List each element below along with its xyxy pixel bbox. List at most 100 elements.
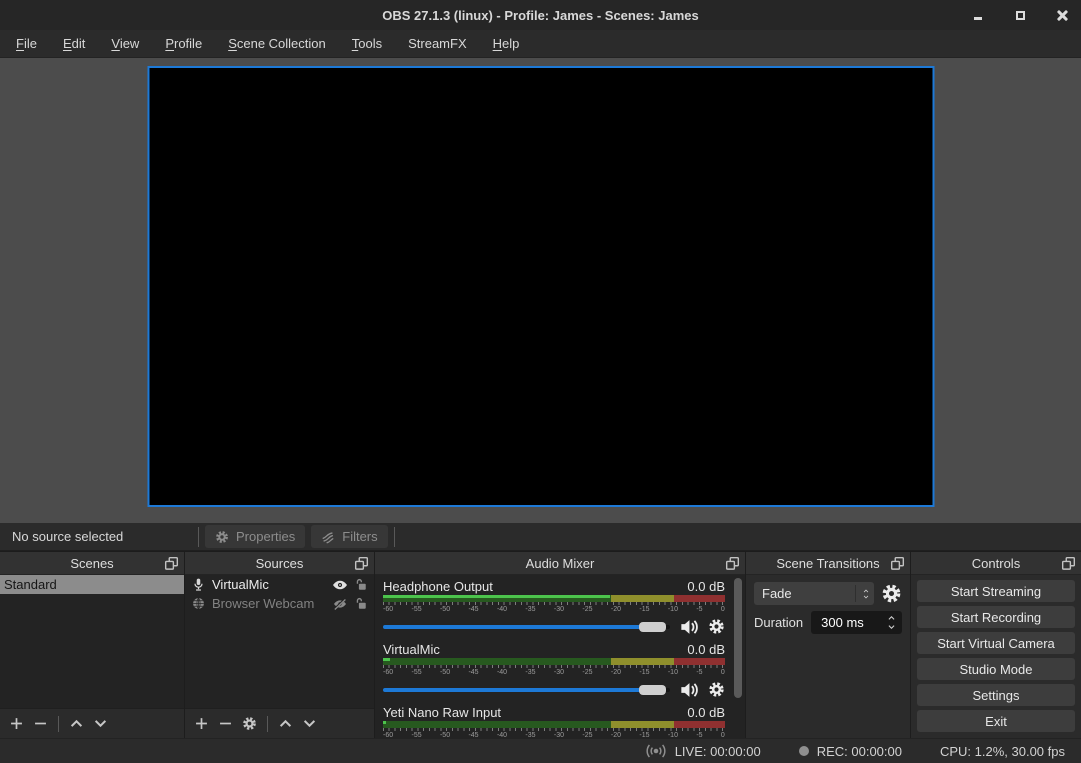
scene-transitions-body: Fade Duration 300 ms: [746, 575, 910, 738]
chevron-down-icon: [93, 716, 108, 731]
mixer-scrollbar[interactable]: [734, 578, 742, 698]
meter-tick-label: -40: [497, 605, 507, 614]
scene-chevron-down-button[interactable]: [93, 716, 108, 731]
meter-tick-label: -15: [639, 605, 649, 614]
popout-icon[interactable]: [890, 556, 905, 571]
settings-button[interactable]: Settings: [917, 684, 1075, 706]
no-source-selected-label: No source selected: [0, 529, 195, 544]
audio-mixer-panel-title: Audio Mixer: [526, 556, 595, 571]
meter-peak: [383, 658, 390, 661]
menu-view[interactable]: View: [98, 31, 152, 56]
volume-slider[interactable]: [383, 625, 670, 629]
minimize-button[interactable]: [971, 8, 985, 22]
volume-slider-handle[interactable]: [639, 622, 666, 632]
close-icon: [1057, 10, 1068, 21]
scene-list-item[interactable]: Standard: [0, 575, 184, 594]
minus-icon: [33, 716, 48, 731]
menu-file[interactable]: File: [3, 31, 50, 56]
meter-tick-label: 0: [721, 731, 725, 738]
menu-help[interactable]: Help: [480, 31, 533, 56]
source-chevron-down-button[interactable]: [302, 716, 317, 731]
meter-tick-label: -50: [440, 668, 450, 677]
scene-chevron-up-button[interactable]: [69, 716, 84, 731]
meter-tick-label: -20: [611, 605, 621, 614]
eye-icon[interactable]: [332, 577, 348, 593]
source-gear-button[interactable]: [242, 716, 257, 731]
toolbar-divider: [198, 527, 199, 547]
mixer-channel-name: Headphone Output: [383, 579, 493, 594]
source-chevron-up-button[interactable]: [278, 716, 293, 731]
mixer-channel-level: 0.0 dB: [687, 642, 725, 657]
sources-panel-header: Sources: [185, 552, 374, 575]
meter-tick-label: -55: [411, 605, 421, 614]
studio-mode-button[interactable]: Studio Mode: [917, 658, 1075, 680]
meter-scale: -60-55-50-45-40-35-30-25-20-15-10-50: [383, 668, 725, 677]
meter-tick-label: -10: [668, 731, 678, 738]
sources-panel-title: Sources: [256, 556, 304, 571]
chevron-down-icon[interactable]: [886, 623, 897, 631]
volume-slider[interactable]: [383, 688, 670, 692]
scene-transitions-panel-title: Scene Transitions: [776, 556, 879, 571]
close-button[interactable]: [1055, 8, 1069, 22]
menu-streamfx[interactable]: StreamFX: [395, 31, 480, 56]
scene-plus-button[interactable]: [9, 716, 24, 731]
mixer-channel: Headphone Output0.0 dB-60-55-50-45-40-35…: [383, 578, 725, 636]
menu-tools[interactable]: Tools: [339, 31, 395, 56]
menu-scene-collection[interactable]: Scene Collection: [215, 31, 339, 56]
gear-icon[interactable]: [881, 583, 902, 604]
mixer-channel-name: Yeti Nano Raw Input: [383, 705, 501, 720]
source-list-item[interactable]: Browser Webcam: [185, 594, 374, 613]
scenes-panel-header: Scenes: [0, 552, 184, 575]
preview-canvas[interactable]: [147, 66, 934, 507]
source-toolbar: No source selected Properties Filters: [0, 523, 1081, 551]
properties-button[interactable]: Properties: [205, 525, 305, 548]
meter-tick-label: 0: [721, 668, 725, 677]
mute-button[interactable]: [680, 618, 698, 636]
start-streaming-button[interactable]: Start Streaming: [917, 580, 1075, 602]
mixer-channel-level: 0.0 dB: [687, 705, 725, 720]
minimize-icon: [974, 17, 982, 20]
volume-slider-handle[interactable]: [639, 685, 666, 695]
scene-transitions-panel: Scene Transitions Fade Duration: [746, 552, 910, 738]
transition-select[interactable]: Fade: [754, 582, 874, 605]
channel-settings-button[interactable]: [708, 681, 725, 698]
scene-minus-button[interactable]: [33, 716, 48, 731]
maximize-button[interactable]: [1013, 8, 1027, 22]
duration-value: 300 ms: [811, 615, 883, 630]
meter-tick-label: -40: [497, 668, 507, 677]
exit-button[interactable]: Exit: [917, 710, 1075, 732]
scenes-toolbar: [0, 708, 184, 738]
mixer-channel-level: 0.0 dB: [687, 579, 725, 594]
start-virtual-camera-button[interactable]: Start Virtual Camera: [917, 632, 1075, 654]
popout-icon[interactable]: [725, 556, 740, 571]
unlock-icon[interactable]: [355, 578, 368, 591]
broadcast-icon: [645, 743, 667, 759]
source-minus-button[interactable]: [218, 716, 233, 731]
volume-slider-fill: [383, 625, 641, 629]
chevron-down-icon: [862, 594, 870, 600]
meter-tick-label: -10: [668, 605, 678, 614]
record-dot-icon: [799, 746, 809, 756]
popout-icon[interactable]: [1061, 556, 1076, 571]
source-name: Browser Webcam: [212, 596, 325, 611]
eye-off-icon[interactable]: [332, 596, 348, 612]
menu-edit[interactable]: Edit: [50, 31, 98, 56]
popout-icon[interactable]: [164, 556, 179, 571]
source-plus-button[interactable]: [194, 716, 209, 731]
start-recording-button[interactable]: Start Recording: [917, 606, 1075, 628]
meter-tick-label: -35: [525, 731, 535, 738]
mute-button[interactable]: [680, 681, 698, 699]
menu-profile[interactable]: Profile: [152, 31, 215, 56]
source-list-item[interactable]: VirtualMic: [185, 575, 374, 594]
chevron-up-icon[interactable]: [886, 614, 897, 622]
meter-tick-label: -45: [468, 668, 478, 677]
unlock-icon[interactable]: [355, 597, 368, 610]
channel-settings-button[interactable]: [708, 618, 725, 635]
popout-icon[interactable]: [354, 556, 369, 571]
live-status: LIVE: 00:00:00: [645, 743, 761, 759]
duration-spinbox[interactable]: 300 ms: [811, 611, 902, 634]
filters-button[interactable]: Filters: [311, 525, 387, 548]
rec-timer: REC: 00:00:00: [817, 744, 902, 759]
chevron-up-icon: [278, 716, 293, 731]
meter-tick-label: -15: [639, 668, 649, 677]
